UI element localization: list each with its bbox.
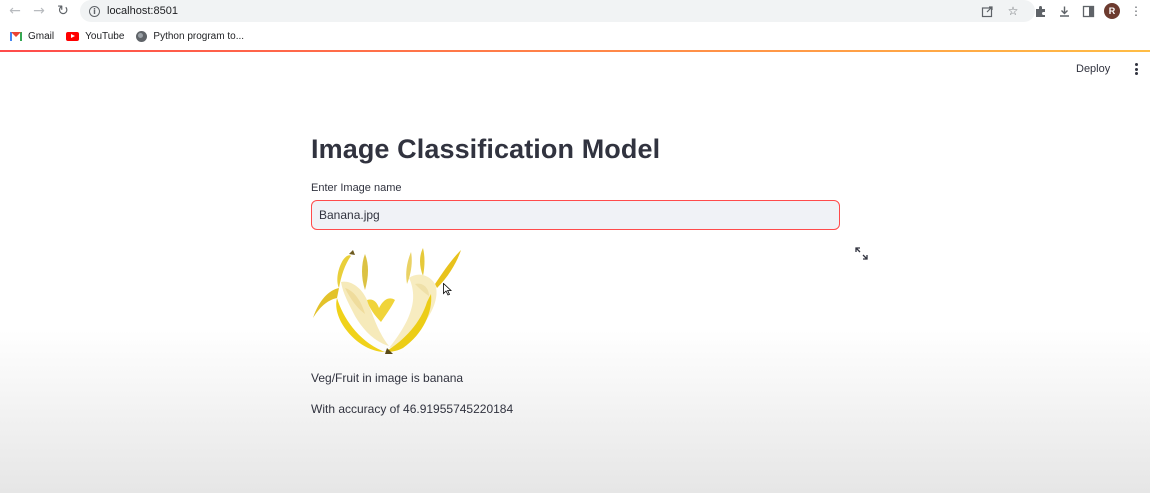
banana-image	[313, 248, 461, 354]
mouse-cursor-icon	[443, 283, 452, 296]
gmail-icon	[10, 31, 22, 41]
site-info-icon[interactable]: i	[89, 5, 100, 17]
share-icon[interactable]	[979, 3, 995, 19]
address-bar[interactable]: i localhost:8501 ☆	[80, 0, 1035, 22]
globe-icon	[136, 30, 148, 42]
bookmark-label: Gmail	[28, 30, 55, 42]
download-icon[interactable]	[1056, 3, 1072, 19]
profile-avatar[interactable]: R	[1104, 3, 1120, 19]
page-title: Image Classification Model	[311, 134, 661, 164]
forward-arrow-icon[interactable]: →	[27, 0, 51, 22]
bookmark-youtube[interactable]: YouTube	[66, 31, 124, 42]
prediction-accuracy: With accuracy of 46.91955745220184	[311, 402, 514, 416]
fullscreen-icon[interactable]	[855, 247, 868, 260]
bookmark-label: YouTube	[85, 30, 125, 42]
deploy-button[interactable]: Deploy	[1076, 60, 1110, 78]
bookmark-label: Python program to...	[153, 30, 245, 42]
prediction-result: Veg/Fruit in image is banana	[311, 371, 464, 385]
browser-toolbar: ← → ↻ i localhost:8501 ☆ R ⋮	[0, 0, 1150, 22]
url-text[interactable]: localhost:8501	[107, 5, 178, 17]
side-panel-icon[interactable]	[1080, 3, 1096, 19]
bookmark-python-program[interactable]: Python program to...	[136, 30, 245, 42]
input-label: Enter Image name	[311, 182, 402, 194]
image-name-input[interactable]	[312, 201, 839, 229]
image-name-field[interactable]	[311, 200, 840, 230]
browser-menu-icon[interactable]: ⋮	[1128, 3, 1144, 19]
main-menu-icon[interactable]	[1130, 61, 1142, 77]
streamlit-decoration-bar	[0, 50, 1150, 52]
bookmark-gmail[interactable]: Gmail	[10, 31, 54, 42]
reload-icon[interactable]: ↻	[51, 0, 75, 22]
extensions-icon[interactable]	[1032, 3, 1048, 19]
youtube-icon	[66, 31, 80, 41]
back-arrow-icon[interactable]: ←	[3, 0, 27, 22]
bookmark-star-icon[interactable]: ☆	[1005, 3, 1021, 19]
bookmarks-bar: Gmail YouTube Python program to...	[0, 22, 1150, 50]
